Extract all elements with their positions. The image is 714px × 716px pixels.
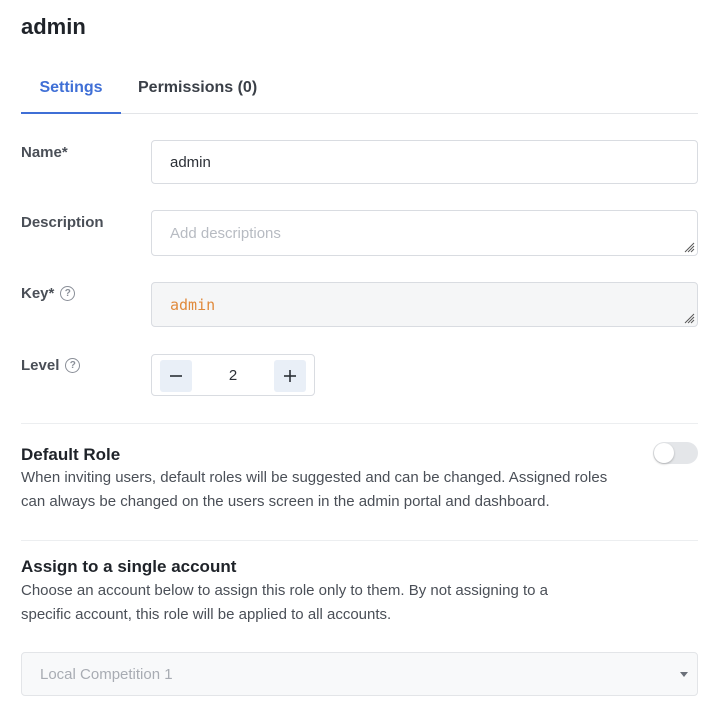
name-input-value: admin bbox=[170, 153, 211, 171]
minus-icon bbox=[170, 375, 182, 377]
default-role-toggle[interactable] bbox=[653, 442, 698, 464]
question-circle-icon[interactable]: ? bbox=[60, 286, 76, 301]
account-select-value: Local Competition 1 bbox=[40, 665, 173, 683]
resize-grip-icon[interactable] bbox=[683, 241, 695, 253]
description-label: Description bbox=[21, 214, 104, 231]
level-label: Level ? bbox=[21, 357, 81, 374]
divider bbox=[21, 423, 698, 424]
decrement-button[interactable] bbox=[160, 360, 192, 392]
description-textarea[interactable]: Add descriptions bbox=[151, 210, 698, 256]
page-title: admin bbox=[21, 14, 86, 39]
assign-account-title: Assign to a single account bbox=[21, 557, 237, 576]
level-value[interactable]: 2 bbox=[192, 355, 274, 395]
key-textarea[interactable]: admin bbox=[151, 282, 698, 327]
name-label-text: Name* bbox=[21, 144, 68, 161]
question-circle-icon[interactable]: ? bbox=[65, 358, 81, 373]
toggle-knob bbox=[654, 443, 674, 463]
key-input-value: admin bbox=[170, 295, 216, 314]
name-input[interactable]: admin bbox=[151, 140, 698, 184]
level-label-text: Level bbox=[21, 357, 60, 374]
default-role-description: When inviting users, default roles will … bbox=[21, 469, 608, 510]
increment-button[interactable] bbox=[274, 360, 306, 392]
assign-account-description: Choose an account below to assign this r… bbox=[21, 582, 548, 623]
plus-icon bbox=[284, 370, 296, 382]
description-placeholder: Add descriptions bbox=[170, 224, 281, 242]
default-role-title: Default Role bbox=[21, 445, 121, 464]
caret-down-icon bbox=[680, 672, 688, 677]
key-label-text: Key* bbox=[21, 285, 55, 302]
divider bbox=[21, 540, 698, 541]
tab-settings[interactable]: Settings bbox=[21, 72, 121, 114]
key-label: Key* ? bbox=[21, 285, 76, 302]
tab-permissions[interactable]: Permissions (0) bbox=[138, 72, 257, 114]
name-label: Name* bbox=[21, 144, 68, 161]
account-select[interactable]: Local Competition 1 bbox=[21, 652, 698, 696]
resize-grip-icon[interactable] bbox=[683, 312, 695, 324]
level-stepper: 2 bbox=[151, 354, 315, 396]
tab-bar: Settings Permissions (0) bbox=[21, 72, 698, 114]
description-label-text: Description bbox=[21, 214, 104, 231]
